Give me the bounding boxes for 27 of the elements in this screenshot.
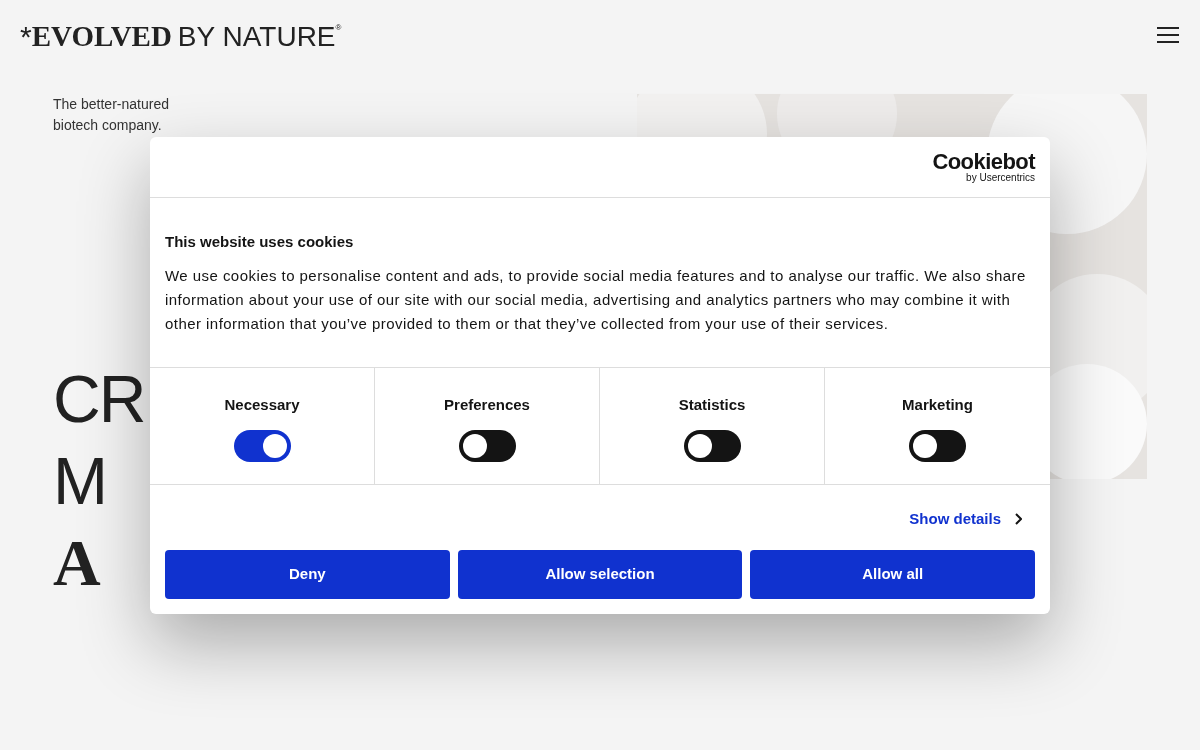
logo-wordmark: EVOLVED <box>31 22 172 51</box>
dialog-title: This website uses cookies <box>165 232 355 252</box>
menu-icon[interactable] <box>1157 27 1179 43</box>
logo-wordmark: BY NATURE <box>177 23 336 51</box>
brand-byline: by Usercentrics <box>966 173 1035 183</box>
hero-heading: A <box>53 525 99 601</box>
show-details-link[interactable]: Show details <box>909 508 1022 531</box>
consent-button[interactable]: Deny <box>165 549 450 599</box>
category-label: Marketing <box>902 394 973 415</box>
toggle-switch[interactable] <box>909 430 966 462</box>
category-label: Preferences <box>444 394 530 415</box>
dialog-body: We use cookies to personalise content and ads, to provide social media features and to analyse our traffic. We also share information about your use of our site with our social media, advertising and analytics partners who may combine it with other information that you’ve provided to them or that they’ve collected from your use of their services. <box>165 265 1027 334</box>
registered-mark: ® <box>335 22 342 32</box>
category-label: Statistics <box>678 394 746 415</box>
tagline: The better-natured <box>53 95 170 114</box>
category-label: Necessary <box>224 394 300 415</box>
toggle-switch[interactable] <box>458 430 516 462</box>
logo-mark: * <box>20 22 32 52</box>
consent-button[interactable]: Allow all <box>750 549 1035 599</box>
hero-heading: CR <box>53 361 145 438</box>
hero-heading: M <box>53 443 106 520</box>
tagline: biotech company. <box>53 116 163 135</box>
brand-logo: Cookiebot <box>932 151 1035 173</box>
toggle-switch[interactable] <box>233 430 291 462</box>
toggle-switch[interactable] <box>683 430 741 462</box>
consent-button[interactable]: Allow selection <box>457 549 743 599</box>
chevron-icon <box>1015 513 1022 526</box>
